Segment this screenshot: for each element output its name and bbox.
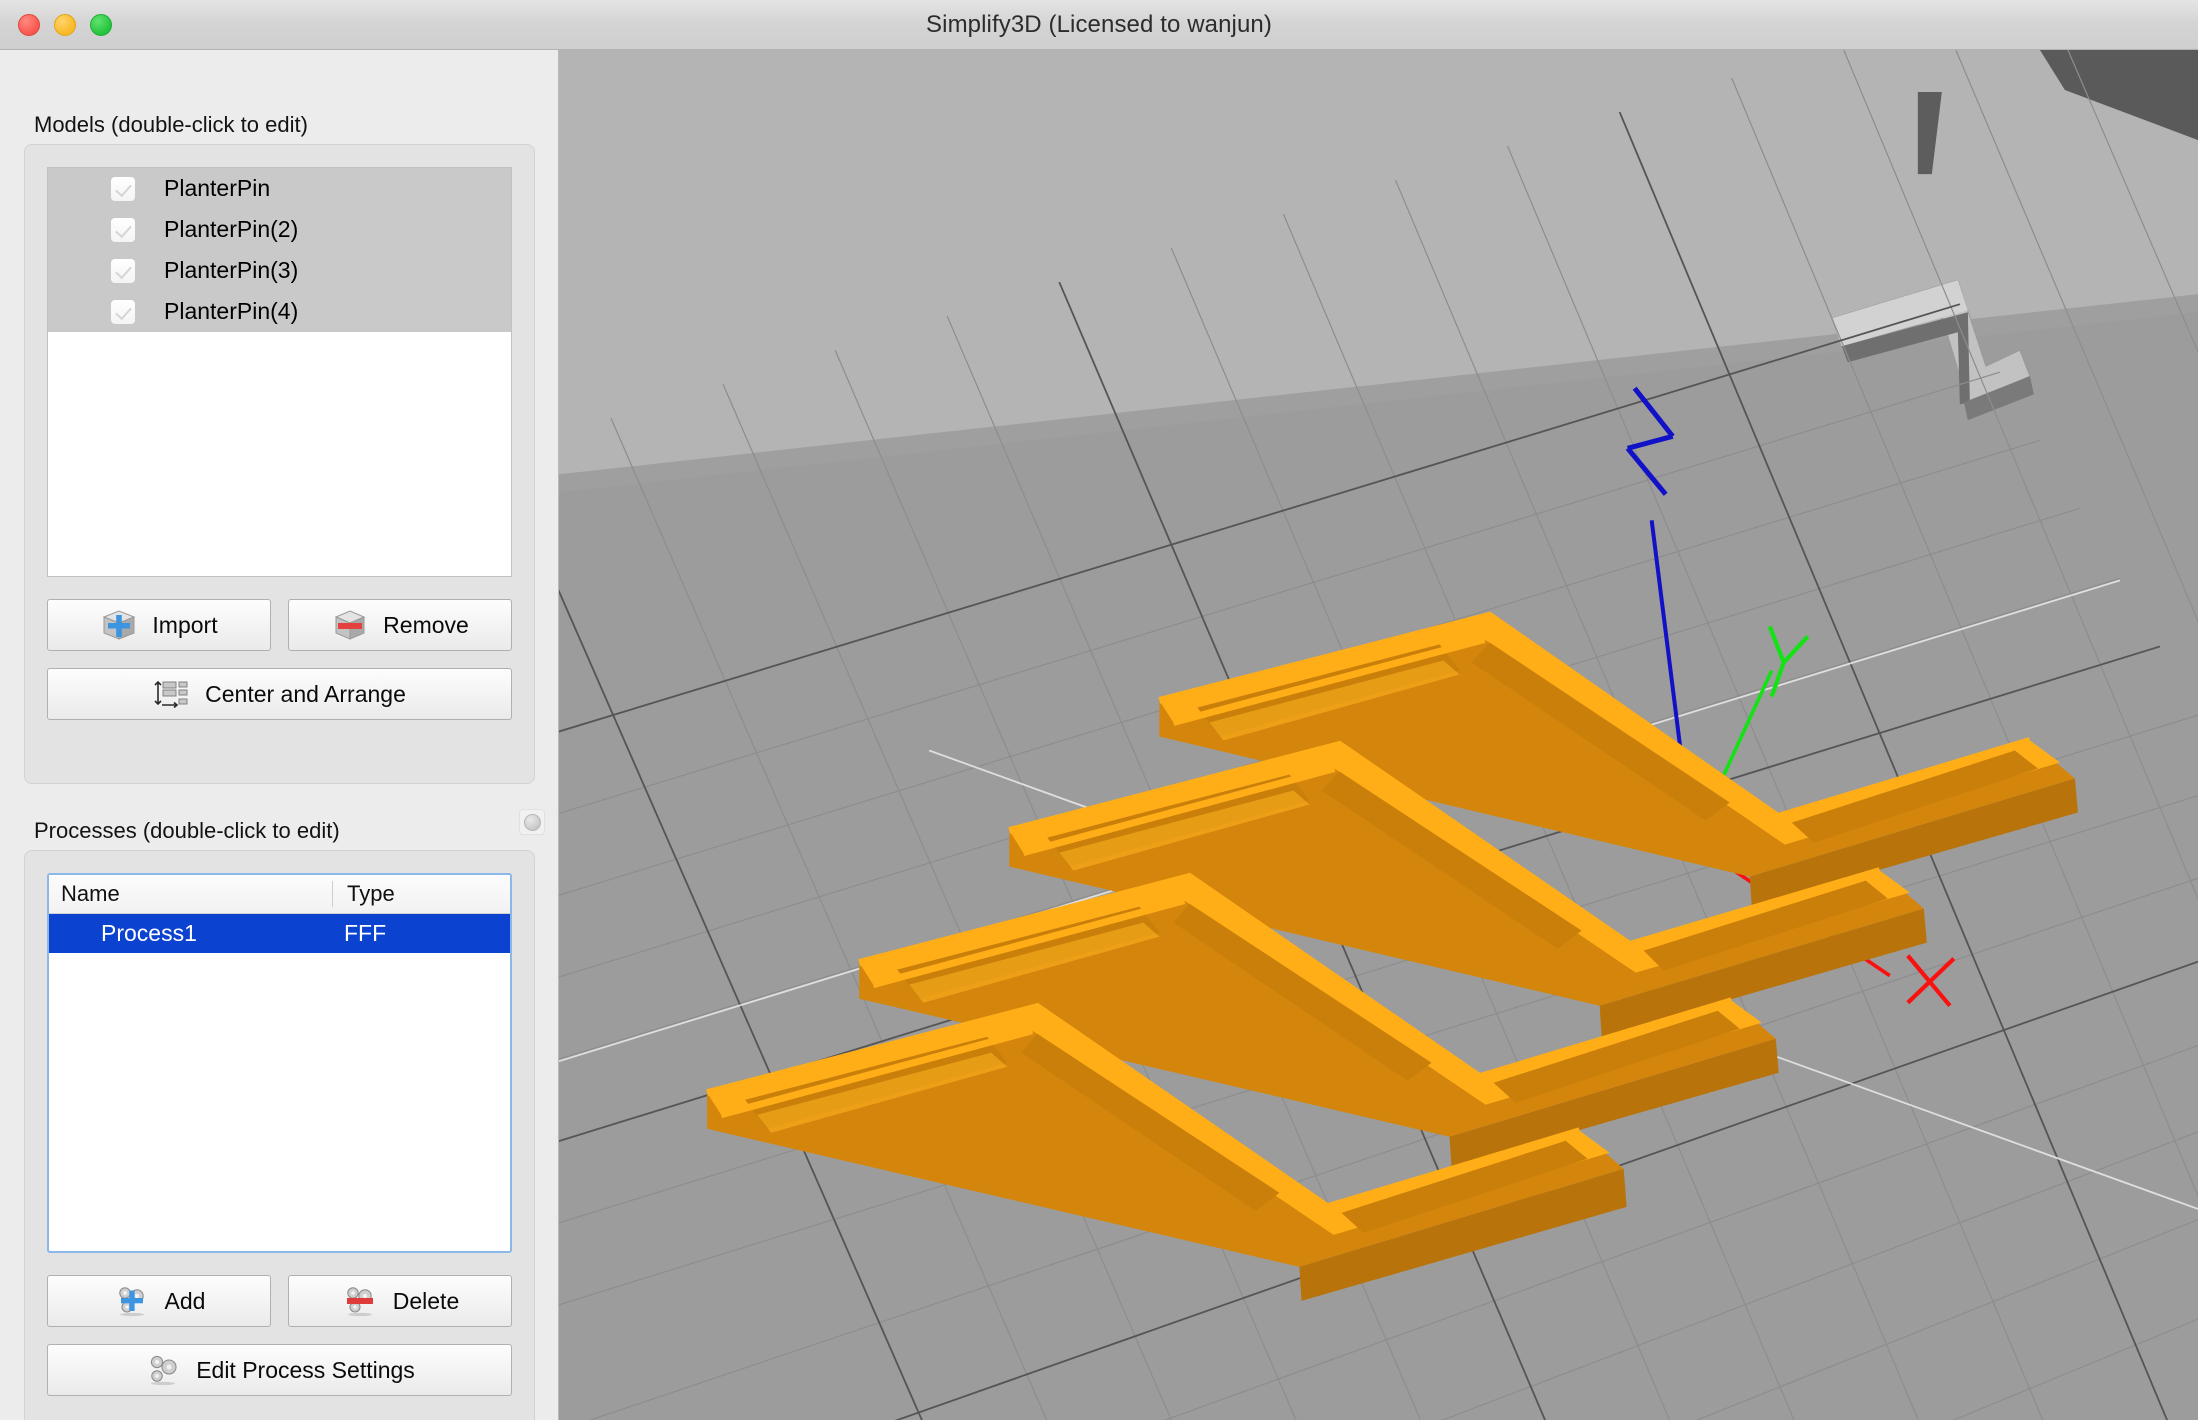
delete-process-button[interactable]: Delete (288, 1275, 512, 1327)
window-title: Simplify3D (Licensed to wanjun) (926, 10, 1272, 38)
add-process-button[interactable]: Add (47, 1275, 271, 1327)
model-name-label: PlanterPin(3) (164, 257, 299, 283)
3d-viewport[interactable] (559, 50, 2198, 1420)
models-section-title: Models (double-click to edit) (34, 112, 308, 137)
cube-minus-icon (334, 610, 366, 640)
delete-process-button-label: Delete (392, 1287, 460, 1314)
close-window-button[interactable] (18, 13, 40, 36)
center-and-arrange-button-label: Center and Arrange (205, 680, 406, 707)
process-button-row: Add Delete (47, 1275, 512, 1327)
checkbox-checked-icon[interactable] (110, 175, 136, 202)
table-header-row: Name Type (49, 875, 510, 914)
3d-scene (559, 50, 2198, 1420)
application-window: Simplify3D (Licensed to wanjun) Models (… (0, 0, 2198, 1420)
models-section: Models (double-click to edit) PlanterPin… (0, 112, 558, 784)
model-button-row: Import Remove (47, 599, 512, 651)
models-group-box: PlanterPin PlanterPin(2) PlanterPin(3) P… (24, 144, 535, 784)
import-button[interactable]: Import (47, 599, 271, 651)
processes-section-title: Processes (double-click to edit) (34, 818, 340, 843)
import-button-label: Import (152, 611, 218, 638)
column-header-name[interactable]: Name (49, 881, 332, 907)
process-type-cell: FFF (344, 920, 387, 946)
gears-minus-icon (346, 1287, 373, 1317)
gears-plus-icon (118, 1287, 144, 1317)
column-header-type[interactable]: Type (332, 881, 510, 907)
model-name-label: PlanterPin (164, 175, 271, 201)
processes-group-box: Name Type Process1 FFF Add Delete Edit P… (24, 850, 535, 1420)
list-item[interactable]: PlanterPin(2) (48, 209, 511, 250)
edit-process-settings-button-label: Edit Process Settings (196, 1356, 415, 1383)
list-item[interactable]: PlanterPin(4) (48, 291, 511, 332)
title-bar: Simplify3D (Licensed to wanjun) (0, 0, 2198, 50)
gears-icon (151, 1355, 177, 1386)
table-row[interactable]: Process1 FFF (49, 914, 510, 953)
cube-plus-icon (103, 610, 136, 640)
list-item[interactable]: PlanterPin(3) (48, 250, 511, 291)
processes-section: Processes (double-click to edit) Name Ty… (0, 818, 558, 1420)
remove-button[interactable]: Remove (288, 599, 512, 651)
edit-process-settings-button[interactable]: Edit Process Settings (47, 1344, 512, 1396)
add-process-button-label: Add (164, 1287, 206, 1314)
checkbox-checked-icon[interactable] (110, 216, 136, 243)
maximize-window-button[interactable] (90, 13, 112, 36)
left-control-panel: Models (double-click to edit) PlanterPin… (0, 50, 559, 1420)
main-split: Models (double-click to edit) PlanterPin… (0, 50, 2198, 1420)
checkbox-checked-icon[interactable] (110, 257, 136, 284)
list-item[interactable]: PlanterPin (48, 168, 511, 209)
process-table[interactable]: Name Type Process1 FFF (47, 873, 512, 1253)
model-list[interactable]: PlanterPin PlanterPin(2) PlanterPin(3) P… (47, 167, 512, 577)
arrange-icon (154, 680, 188, 709)
process-name-cell: Process1 (101, 920, 197, 946)
remove-button-label: Remove (383, 611, 469, 638)
window-controls (18, 13, 112, 36)
model-name-label: PlanterPin(4) (164, 298, 299, 324)
checkbox-checked-icon[interactable] (110, 298, 136, 325)
center-and-arrange-button[interactable]: Center and Arrange (47, 668, 512, 720)
model-name-label: PlanterPin(2) (164, 216, 299, 242)
minimize-window-button[interactable] (54, 13, 76, 36)
